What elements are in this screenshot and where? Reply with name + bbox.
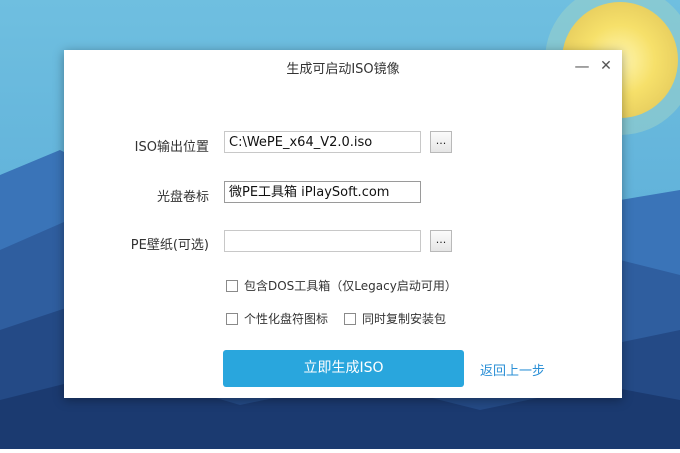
back-link[interactable]: 返回上一步 [480,360,545,379]
copy-installer-checkbox[interactable]: 同时复制安装包 [344,310,446,327]
copy-installer-label: 同时复制安装包 [362,312,447,326]
wallpaper-label: PE壁纸(可选) [130,238,209,253]
title-bar: 生成可启动ISO镜像 — ✕ [64,50,622,82]
iso-output-browse-button[interactable]: ... [430,131,452,153]
create-iso-dialog: 生成可启动ISO镜像 — ✕ ISO输出位置 C:\WePE_x64_V2.0.… [64,50,622,398]
iso-output-field[interactable]: C:\WePE_x64_V2.0.iso [224,131,421,153]
wallpaper-browse-button[interactable]: ... [430,230,452,252]
checkbox-box[interactable] [226,312,238,325]
volume-label-field[interactable]: 微PE工具箱 iPlaySoft.com [224,181,421,203]
minimize-icon[interactable]: — [572,56,592,76]
include-dos-label: 包含DOS工具箱（仅Legacy启动可用） [244,279,457,293]
iso-output-label: ISO输出位置 [134,140,209,155]
close-icon[interactable]: ✕ [596,56,616,76]
dialog-title: 生成可启动ISO镜像 [286,62,400,77]
personalize-icon-label: 个性化盘符图标 [244,312,329,326]
wallpaper-field[interactable] [224,230,421,252]
checkbox-box[interactable] [226,279,238,292]
personalize-icon-checkbox[interactable]: 个性化盘符图标 [226,310,328,327]
volume-label-label: 光盘卷标 [156,190,209,205]
include-dos-checkbox[interactable]: 包含DOS工具箱（仅Legacy启动可用） [226,277,457,294]
checkbox-box[interactable] [344,312,356,325]
generate-iso-button[interactable]: 立即生成ISO [223,350,464,387]
